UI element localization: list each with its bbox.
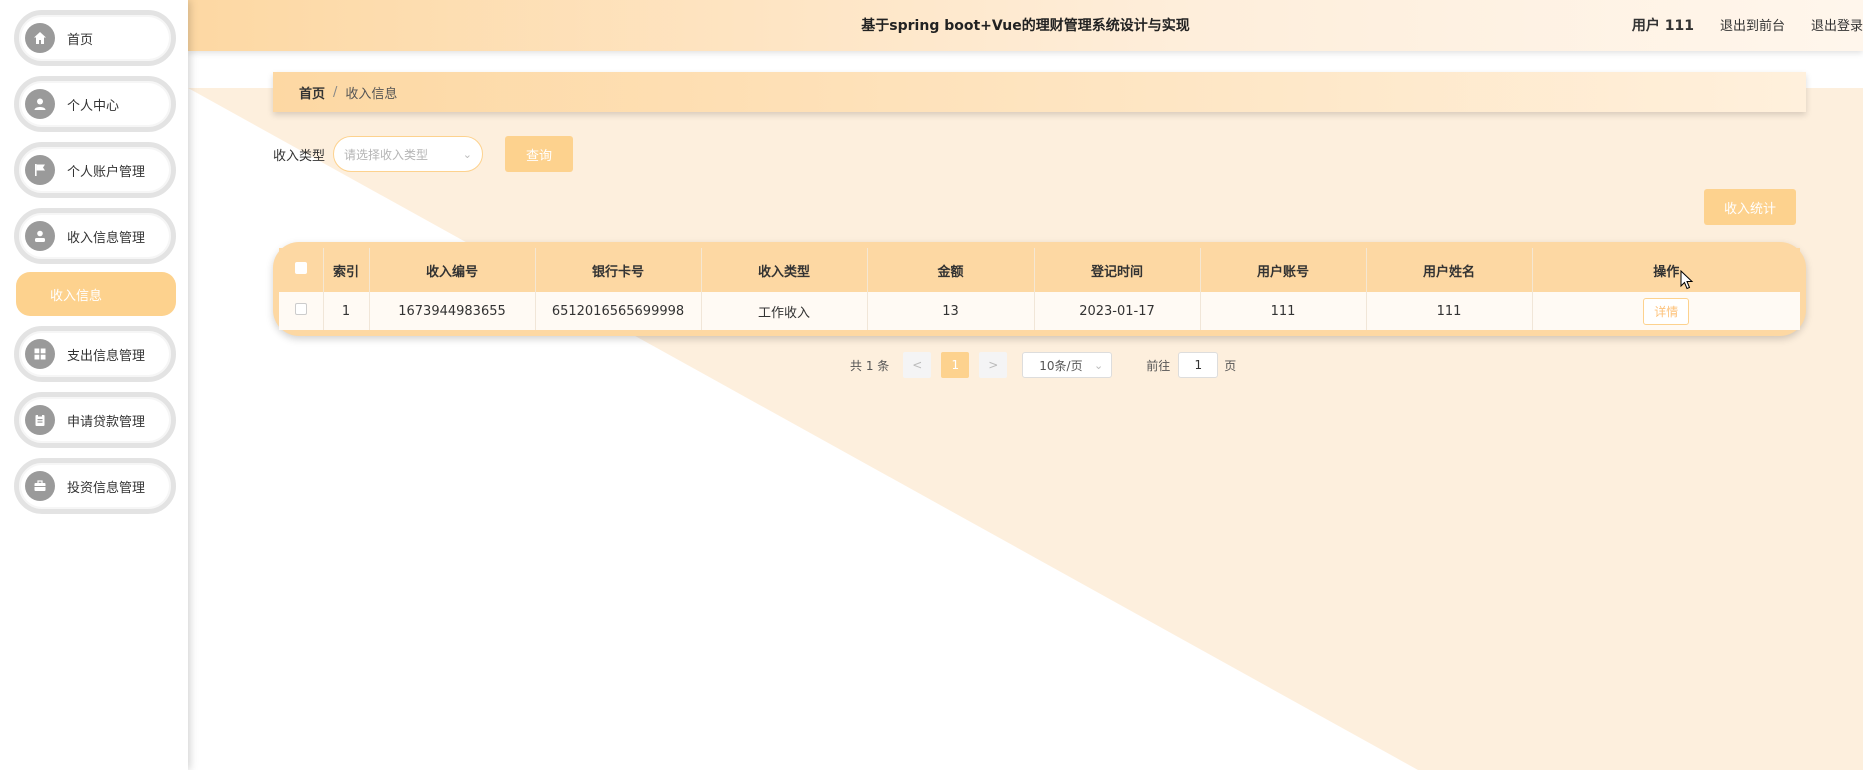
top-header: 基于spring boot+Vue的理财管理系统设计与实现 用户 111 退出到… (188, 0, 1863, 51)
mouse-cursor-icon (1680, 270, 1694, 290)
grid-icon (25, 339, 55, 369)
column-header: 收入类型 (701, 248, 868, 292)
pager-total: 共 1 条 (850, 358, 890, 373)
sidebar-item-investment-management[interactable]: 投资信息管理 (14, 458, 176, 514)
select-all-header[interactable] (279, 248, 324, 292)
page-number-button[interactable]: 1 (941, 352, 970, 378)
sidebar-item-income-management[interactable]: 收入信息管理 (14, 208, 176, 264)
background-decoration (188, 88, 1863, 770)
column-header: 用户姓名 (1366, 248, 1533, 292)
cell-income-no: 1673944983655 (369, 292, 536, 330)
sidebar-item-expense-management[interactable]: 支出信息管理 (14, 326, 176, 382)
row-checkbox[interactable] (294, 303, 307, 315)
column-header: 索引 (323, 248, 370, 292)
sidebar-item-label: 支出信息管理 (67, 348, 146, 364)
income-table: 索引 收入编号 银行卡号 收入类型 金额 登记时间 用户账号 用户姓名 操作 1… (273, 242, 1806, 336)
column-header: 金额 (867, 248, 1035, 292)
sidebar-item-personal-center[interactable]: 个人中心 (14, 76, 176, 132)
next-page-button[interactable]: > (979, 352, 1008, 378)
briefcase-icon (25, 471, 55, 501)
user-icon (25, 89, 55, 119)
search-bar: 收入类型 请选择收入类型 ⌄ 查询 (273, 136, 574, 172)
sidebar-item-label: 个人中心 (67, 98, 120, 114)
query-button[interactable]: 查询 (505, 136, 574, 172)
breadcrumb: 首页 / 收入信息 (273, 72, 1806, 112)
column-header: 登记时间 (1034, 248, 1201, 292)
select-placeholder: 请选择收入类型 (344, 147, 429, 162)
column-header: 用户账号 (1200, 248, 1367, 292)
sidebar-item-label: 个人账户管理 (67, 164, 146, 180)
column-header: 操作 (1532, 248, 1800, 292)
column-header: 银行卡号 (535, 248, 702, 292)
page-size-select[interactable]: 10条/页 ⌄ (1022, 352, 1113, 378)
sidebar-item-label: 首页 (67, 32, 94, 48)
sidebar-subitem-income-info[interactable]: 收入信息 (16, 272, 176, 316)
table-row: 1 1673944983655 6512016565699998 工作收入 13… (279, 292, 1800, 330)
cell-income-type: 工作收入 (701, 292, 868, 330)
prev-page-button[interactable]: < (903, 352, 932, 378)
flag-icon (25, 155, 55, 185)
chevron-down-icon: ⌄ (1094, 358, 1104, 372)
column-header: 收入编号 (369, 248, 536, 292)
cell-amount: 13 (867, 292, 1035, 330)
detail-button[interactable]: 详情 (1643, 297, 1690, 325)
sidebar-item-home[interactable]: 首页 (14, 10, 176, 66)
breadcrumb-home[interactable]: 首页 (299, 83, 325, 102)
goto-label: 前往 (1146, 358, 1171, 373)
cell-actions: 详情 (1532, 292, 1800, 330)
back-to-front-link[interactable]: 退出到前台 (1720, 15, 1785, 35)
header-actions: 用户 111 退出到前台 退出登录 (1606, 15, 1863, 35)
pagination: 共 1 条 < 1 > 10条/页 ⌄ 前往 页 (850, 352, 1236, 378)
breadcrumb-current: 收入信息 (345, 86, 398, 102)
person-icon (25, 221, 55, 251)
cell-index: 1 (323, 292, 370, 330)
breadcrumb-separator: / (333, 84, 338, 100)
sidebar-item-label: 申请贷款管理 (67, 414, 146, 430)
page-unit-label: 页 (1224, 358, 1237, 373)
chevron-down-icon: ⌄ (462, 147, 473, 161)
select-all-checkbox[interactable] (294, 262, 307, 274)
home-icon (25, 23, 55, 53)
cell-date: 2023-01-17 (1034, 292, 1201, 330)
page-size-value: 10条/页 (1039, 358, 1083, 373)
sidebar-item-label: 收入信息管理 (67, 230, 146, 246)
cell-card-no: 6512016565699998 (535, 292, 702, 330)
cell-account: 111 (1200, 292, 1367, 330)
logout-link[interactable]: 退出登录 (1811, 15, 1863, 35)
sidebar-item-label: 投资信息管理 (67, 480, 146, 496)
sidebar-item-loan-management[interactable]: 申请贷款管理 (14, 392, 176, 448)
goto-page-input[interactable] (1178, 352, 1219, 378)
income-type-select[interactable]: 请选择收入类型 ⌄ (333, 136, 484, 172)
current-user: 用户 111 (1631, 18, 1694, 34)
income-type-label: 收入类型 (273, 148, 326, 164)
cell-name: 111 (1366, 292, 1533, 330)
sidebar: 首页 个人中心 个人账户管理 收入信息管理 收入信息 支出信息管理 申请贷款管理 (0, 0, 188, 770)
clipboard-icon (25, 405, 55, 435)
table-header-row: 索引 收入编号 银行卡号 收入类型 金额 登记时间 用户账号 用户姓名 操作 (279, 248, 1800, 292)
sidebar-item-account-management[interactable]: 个人账户管理 (14, 142, 176, 198)
row-select-cell[interactable] (279, 292, 324, 330)
data-table: 索引 收入编号 银行卡号 收入类型 金额 登记时间 用户账号 用户姓名 操作 1… (279, 248, 1800, 330)
income-stat-button[interactable]: 收入统计 (1704, 189, 1796, 225)
